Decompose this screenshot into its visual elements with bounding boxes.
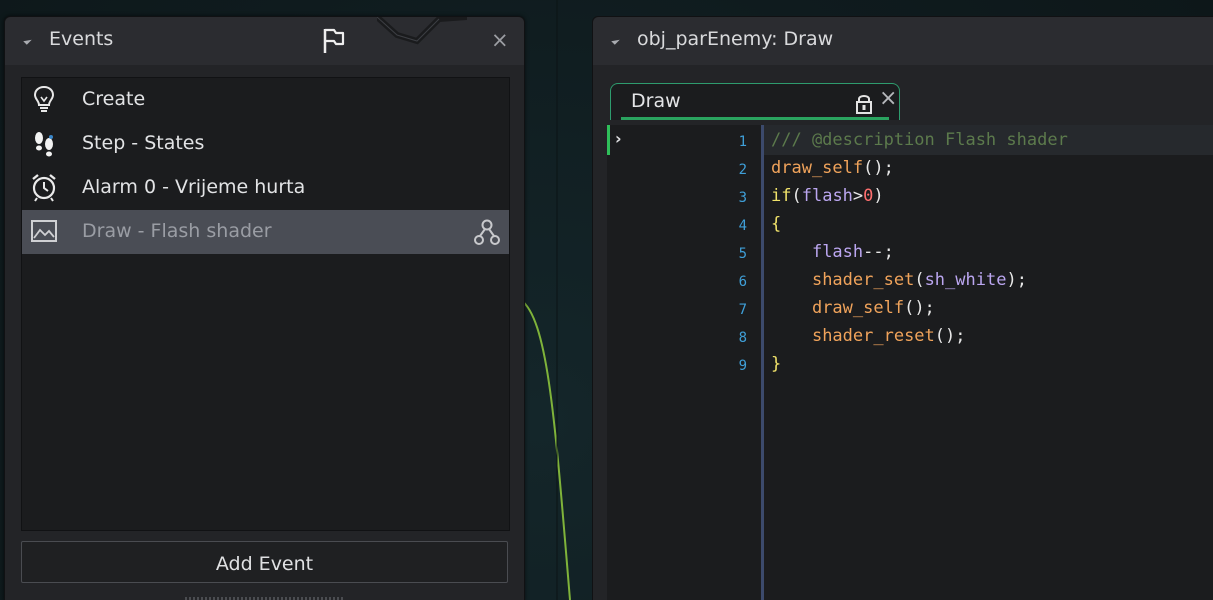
code-editor-panel: obj_parEnemy: Draw Draw × › 1 2 3 4 5 6 7 8 9 //… [592, 16, 1213, 600]
code-token-comment: /// @description Flash shader [771, 130, 1068, 150]
code-token-fn: draw_self [771, 158, 864, 178]
events-panel-title: Events [49, 28, 114, 50]
code-token-var: flash [801, 186, 853, 206]
code-token-brace: } [771, 354, 782, 374]
code-line[interactable]: draw_self(); [771, 298, 935, 326]
event-label: Step - States [82, 132, 205, 154]
code-panel-title: obj_parEnemy: Draw [637, 28, 834, 50]
event-item-draw[interactable]: Draw - Flash shader [22, 210, 509, 254]
code-token-var: flash [811, 242, 864, 262]
code-line[interactable]: flash--; [771, 242, 894, 270]
event-item-step[interactable]: Step - States [22, 122, 509, 166]
code-token-fn: shader_reset [811, 326, 935, 346]
code-token-punc: (); [904, 298, 935, 318]
collapse-triangle-icon[interactable] [23, 36, 32, 45]
code-token-punc: ( [791, 186, 802, 206]
events-panel-header[interactable]: Events × [5, 17, 524, 65]
code-token-num: 0 [863, 186, 874, 206]
line-number: 6 [738, 274, 747, 290]
alarm-clock-icon [32, 174, 56, 202]
code-token-brace: { [771, 214, 782, 234]
line-number: 2 [738, 162, 747, 178]
run-marker-icon: › [615, 129, 622, 148]
events-panel: Events × Create Step - States Alarm 0 - … [4, 16, 525, 600]
code-token-punc [771, 242, 812, 262]
code-token-punc: > [852, 186, 864, 206]
code-line[interactable]: shader_reset(); [771, 326, 966, 354]
header-ornament [377, 17, 467, 45]
tab-label: Draw [631, 90, 681, 112]
events-close-icon[interactable]: × [491, 28, 509, 52]
line-number: 3 [738, 190, 747, 206]
add-event-button[interactable]: Add Event [21, 541, 508, 583]
event-label: Draw - Flash shader [82, 220, 272, 242]
line-number: 8 [738, 330, 747, 346]
code-line[interactable]: /// @description Flash shader [771, 130, 1068, 158]
code-token-punc [771, 270, 812, 290]
code-token-punc: (); [863, 158, 894, 178]
code-token-punc: ( [914, 270, 925, 290]
code-token-punc: (); [934, 326, 966, 346]
code-panel-header[interactable]: obj_parEnemy: Draw [593, 17, 1213, 65]
line-number: 7 [738, 302, 747, 318]
event-item-create[interactable]: Create [22, 78, 509, 122]
tab-active-indicator [621, 117, 889, 120]
lightbulb-icon [33, 85, 55, 112]
code-editor[interactable]: › 1 2 3 4 5 6 7 8 9 /// @description Flash shade… [607, 125, 1213, 600]
inherit-icon[interactable] [473, 218, 501, 246]
footsteps-icon [35, 132, 53, 157]
code-token-punc: ) [873, 186, 884, 206]
code-token-var: sh_white [924, 270, 1007, 290]
event-label: Create [82, 88, 146, 110]
code-line[interactable]: shader_set(sh_white); [771, 270, 1027, 298]
line-number: 9 [738, 358, 747, 374]
code-line[interactable]: if(flash>0) [771, 186, 884, 214]
event-label: Alarm 0 - Vrijeme hurta [82, 176, 306, 198]
code-token-punc: ); [1006, 270, 1027, 290]
collapse-triangle-icon[interactable] [611, 36, 620, 45]
code-token-kw: if [771, 186, 792, 206]
code-line[interactable]: } [771, 354, 781, 382]
workspace: Events × Create Step - States Alarm 0 - … [0, 0, 1213, 600]
lock-icon[interactable] [855, 92, 873, 114]
line-number: 1 [738, 134, 747, 150]
code-token-fn: draw_self [811, 298, 905, 318]
event-list: Create Step - States Alarm 0 - Vrijeme h… [21, 77, 510, 531]
line-number: 4 [738, 218, 747, 234]
event-item-alarm[interactable]: Alarm 0 - Vrijeme hurta [22, 166, 509, 210]
code-token-punc [771, 298, 812, 318]
code-token-punc [771, 326, 812, 346]
code-line[interactable]: draw_self(); [771, 158, 894, 186]
line-number: 5 [738, 246, 747, 262]
code-token-punc: --; [863, 242, 894, 262]
picture-icon [31, 220, 57, 242]
flag-icon[interactable] [321, 27, 347, 55]
code-line[interactable]: { [771, 214, 781, 242]
code-token-fn: shader_set [811, 270, 915, 290]
tab-draw[interactable]: Draw × [610, 83, 900, 120]
tab-close-icon[interactable]: × [879, 86, 897, 111]
gutter-marker [607, 125, 610, 155]
